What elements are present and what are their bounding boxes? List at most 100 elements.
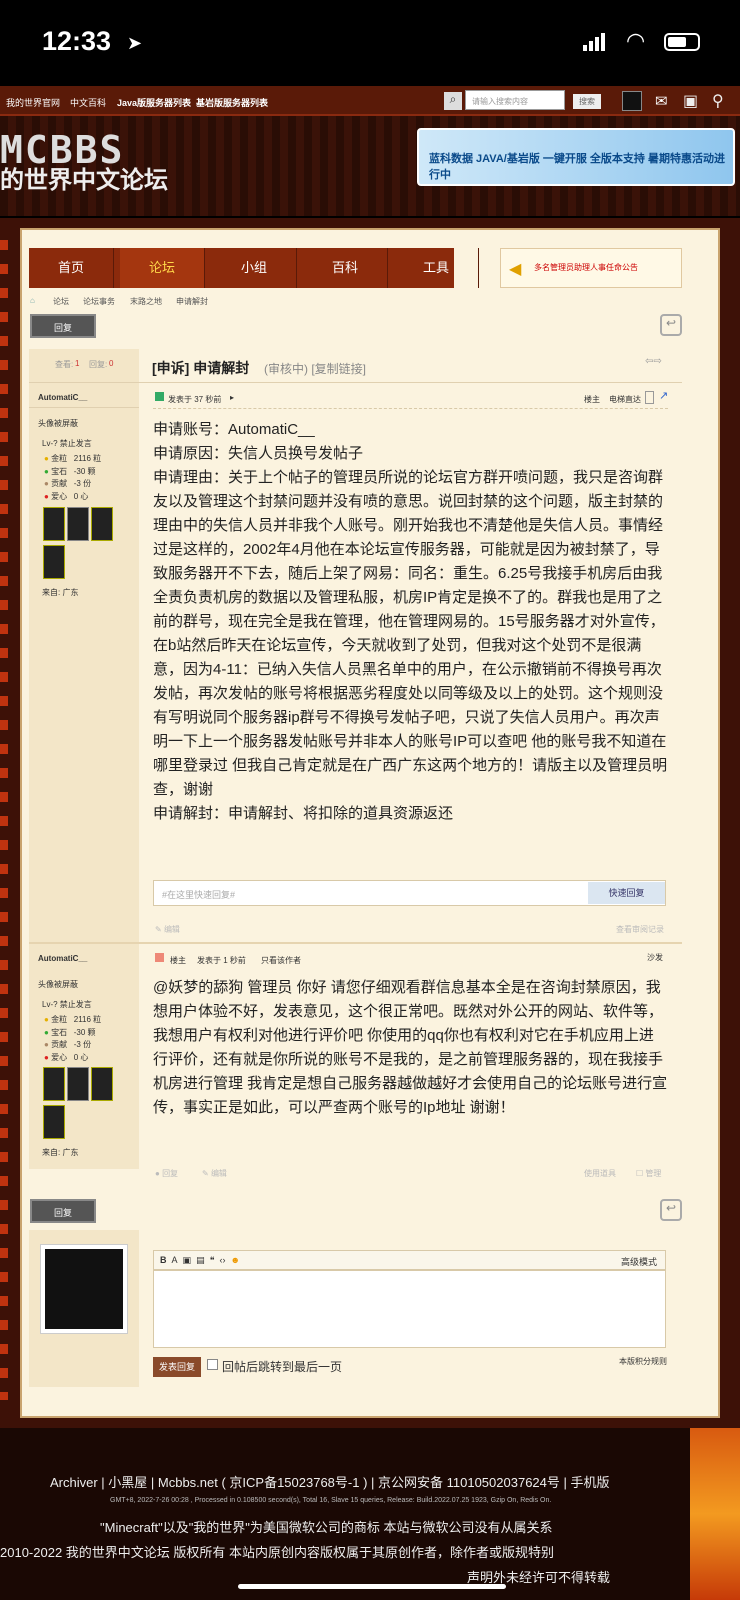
medal-pickaxe-icon[interactable] (43, 1105, 65, 1139)
post2-reply-link[interactable]: ● 回复 (155, 1168, 178, 1179)
nav-wiki[interactable]: 百科 (303, 248, 388, 288)
nav-tools[interactable]: 工具 (394, 248, 479, 288)
link-icon[interactable]: ▤ (196, 1255, 205, 1265)
quick-reply-button[interactable]: 快速回复 (588, 882, 665, 904)
nav-forum[interactable]: 论坛 (120, 248, 205, 288)
post1-line: 申请理由：关于上个帖子的管理员所说的论坛官方群开喷问题，我只是咨询群友以及管理这… (153, 469, 668, 798)
post2-medals[interactable] (43, 1067, 113, 1141)
emoji-icon[interactable]: ☻ (230, 1255, 239, 1265)
views-label: 查看: (55, 360, 74, 369)
medal-pickaxe-icon[interactable] (43, 1067, 65, 1101)
play-icon[interactable]: ▸ (230, 393, 234, 402)
stat-value: 2116 粒 (73, 454, 102, 463)
speaker-icon: ◀ (509, 261, 522, 278)
search-button[interactable]: 搜索 (573, 94, 601, 109)
stat-value: -30 颗 (73, 1027, 96, 1037)
breadcrumb-affairs[interactable]: 论坛事务 (83, 296, 115, 307)
breadcrumb-forum[interactable]: 论坛 (53, 296, 69, 307)
post2-edit-link[interactable]: ✎ 编辑 (202, 1168, 227, 1179)
gem-icon: ● (44, 1027, 49, 1037)
medal-pickaxe-icon[interactable] (43, 545, 65, 579)
code-icon[interactable]: ‹› (219, 1255, 225, 1265)
submit-reply-button[interactable]: 发表回复 (153, 1357, 201, 1377)
advanced-mode[interactable]: 高级模式 (621, 1255, 657, 1268)
stat-value: -30 颗 (73, 466, 96, 476)
reply-button-bottom[interactable]: 回复 (30, 1199, 96, 1223)
message-icon[interactable]: ✉ (655, 92, 668, 110)
home-icon[interactable]: ⌂ (30, 296, 35, 305)
nav-home[interactable]: 首页 (29, 248, 114, 288)
announcement[interactable]: ◀ 多名管理员助理人事任命公告 (500, 248, 682, 288)
stat-label: 金粒 (51, 1015, 68, 1024)
post1-from: 来自: 广东 (42, 588, 79, 597)
topnav-java-servers[interactable]: Java版服务器列表 (117, 96, 191, 109)
notification-icon[interactable]: ▣ (683, 91, 698, 111)
stat-row: ● 贡献 -3 份 (44, 1039, 101, 1052)
lava-decoration (690, 1428, 740, 1600)
rules-link[interactable]: 本版积分规则 (619, 1356, 667, 1367)
return-icon[interactable]: ↩ (660, 1199, 682, 1221)
medal-pickaxe-icon[interactable] (91, 507, 113, 541)
topnav-wiki[interactable]: 中文百科 (70, 96, 106, 109)
prev-next-icon[interactable]: ⇦⇨ (645, 356, 662, 367)
stat-value: 0 心 (73, 491, 89, 501)
user-avatar-icon[interactable] (622, 91, 642, 111)
quote-icon[interactable]: ❝ (210, 1255, 215, 1265)
post1-author[interactable]: AutomatiC__ (38, 393, 87, 402)
stat-label: 贡献 (51, 479, 68, 488)
home-indicator[interactable] (238, 1584, 506, 1589)
post2-author[interactable]: AutomatiC__ (38, 954, 87, 963)
medal-pickaxe-icon[interactable] (43, 507, 65, 541)
stat-row: ● 金粒 2116 粒 (44, 453, 101, 466)
post2-floor: 楼主 (170, 956, 186, 965)
reply-button-top[interactable]: 回复 (30, 314, 96, 338)
font-color-icon[interactable]: A (172, 1255, 178, 1265)
jump-checkbox[interactable] (207, 1359, 218, 1370)
editor-toolbar: B A ▣ ▤ ❝ ‹› ☻ 高级模式 (153, 1250, 666, 1270)
post1-avatar-status: 头像被屏蔽 (38, 419, 78, 428)
post2-time: 发表于 1 秒前 (197, 956, 246, 965)
quick-reply-placeholder: #在这里快速回复# (162, 890, 236, 900)
menu-icon[interactable]: ⚲ (712, 91, 724, 111)
nav-groups[interactable]: 小组 (212, 248, 297, 288)
post1-medals[interactable] (43, 507, 113, 581)
image-icon[interactable]: ▣ (183, 1255, 192, 1265)
thread-title-meta[interactable]: (审核中) [复制链接] (264, 360, 366, 377)
post2-from: 来自: 广东 (42, 1148, 79, 1157)
search-input[interactable]: 请输入搜索内容 (465, 90, 565, 110)
bold-icon[interactable]: B (160, 1255, 167, 1265)
jump-icon[interactable]: ↗ (659, 389, 668, 402)
post-separator (29, 942, 682, 944)
medal-pickaxe-icon[interactable] (91, 1067, 113, 1101)
ad-banner[interactable]: 蓝科数据 JAVA/基岩版 一键开服 全版本支持 暑期特惠活动进行中 (417, 128, 735, 186)
breadcrumb-board[interactable]: 末路之地 (130, 296, 162, 307)
review-log[interactable]: 查看审阅记录 (616, 924, 664, 935)
medal-block-icon[interactable] (67, 1067, 89, 1101)
elevator-label[interactable]: 电梯直达 (609, 394, 641, 405)
stat-label: 金粒 (51, 454, 68, 463)
reply-textarea[interactable] (153, 1270, 666, 1348)
post1-edit[interactable]: ✎ 编辑 (155, 924, 180, 935)
contribution-icon: ● (44, 1040, 49, 1049)
footer-trademark: "Minecraft"以及"我的世界"为美国微软公司的商标 本站与微软公司没有从… (100, 1520, 553, 1535)
use-item-link[interactable]: 使用道具 (584, 1168, 616, 1179)
footer-copyright: 2010-2022 我的世界中文论坛 版权所有 本站内原创内容版权属于其原创作者… (0, 1545, 555, 1560)
stat-value: 0 心 (73, 1052, 89, 1062)
manage-link[interactable]: ☐ 管理 (636, 1168, 661, 1179)
battery-icon (664, 33, 700, 51)
location-icon: ➤ (127, 33, 143, 53)
stat-row: ● 宝石 -30 颗 (44, 466, 101, 479)
search-icon[interactable]: ⌕ (444, 92, 462, 110)
views-count: 1 (75, 359, 80, 368)
return-icon[interactable]: ↩ (660, 314, 682, 336)
stat-label: 宝石 (51, 1027, 68, 1037)
elevator-input[interactable] (645, 391, 654, 404)
topnav-official[interactable]: 我的世界官网 (6, 96, 60, 109)
footer-links[interactable]: Archiver | 小黑屋 | Mcbbs.net ( 京ICP备150237… (50, 1472, 630, 1491)
post1-line: 申请账号：AutomatiC__ (153, 421, 315, 438)
ad-text: 蓝科数据 JAVA/基岩版 一键开服 全版本支持 暑期特惠活动进行中 (429, 153, 725, 181)
post2-position: 沙发 (647, 953, 663, 962)
medal-block-icon[interactable] (67, 507, 89, 541)
only-author-link[interactable]: 只看该作者 (261, 955, 301, 966)
topnav-bedrock-servers[interactable]: 基岩版服务器列表 (196, 96, 268, 109)
